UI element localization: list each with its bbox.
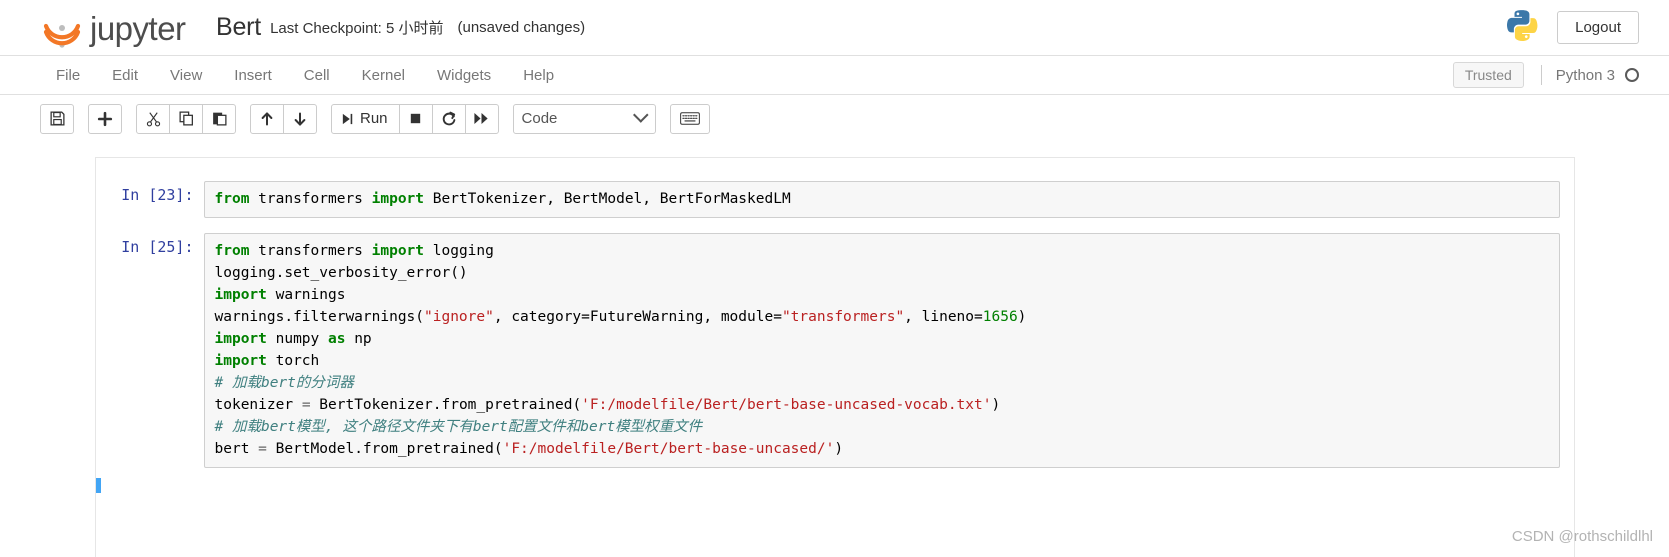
save-button[interactable] [40, 103, 74, 134]
toolbar: Run Code [0, 95, 1669, 143]
cell-type-value: Code [521, 110, 558, 127]
kernel-idle-indicator-icon [1625, 68, 1639, 82]
menu-item-cell[interactable]: Cell [288, 56, 346, 94]
kernel-separator [1540, 65, 1542, 85]
notebook-title[interactable]: Bert [216, 13, 261, 42]
code-line: tokenizer = BertTokenizer.from_pretraine… [214, 397, 1001, 413]
menu-item-file[interactable]: File [40, 56, 96, 94]
notebook-cell[interactable]: In [25]: from transformers import logging… [96, 228, 1574, 473]
menu-item-view[interactable]: View [154, 56, 218, 94]
cell-code-editor[interactable]: from transformers import logging logging.… [203, 233, 1560, 468]
code-line: from transformers import BertTokenizer, … [214, 191, 791, 207]
cell-prompt: In [23]: [121, 186, 194, 204]
notebook-container: In [23]: from transformers import BertTok… [94, 157, 1575, 557]
toolbar-group-run: Run [331, 103, 499, 134]
menu-bar: File Edit View Insert Cell Kernel Widget… [0, 56, 1669, 95]
cut-button[interactable] [136, 103, 170, 134]
python-logo [1505, 8, 1539, 47]
toolbar-group-save [40, 103, 74, 134]
run-button-label: Run [360, 110, 388, 127]
code-line: import torch [214, 353, 320, 369]
code-line: # 加载bert的分词器 [214, 375, 354, 391]
code-line: from transformers import logging [214, 243, 494, 259]
toolbar-group-insert [88, 103, 122, 134]
page-header: jupyter Bert Last Checkpoint: 5 小时前 (uns… [0, 0, 1669, 56]
trusted-badge[interactable]: Trusted [1452, 62, 1524, 88]
code-line: # 加载bert模型, 这个路径文件夹下有bert配置文件和bert模型权重文件 [214, 419, 703, 435]
run-button[interactable]: Run [331, 103, 400, 134]
menu-item-insert[interactable]: Insert [218, 56, 288, 94]
insert-cell-below-button[interactable] [88, 103, 122, 134]
menu-item-help[interactable]: Help [507, 56, 570, 94]
code-line: import warnings [214, 287, 346, 303]
cell-prompt [96, 483, 204, 488]
logout-button[interactable]: Logout [1557, 11, 1639, 44]
notebook-cell[interactable] [95, 478, 1574, 493]
toolbar-group-clipboard [136, 103, 236, 134]
move-cell-up-button[interactable] [250, 103, 284, 134]
notebook-body: In [23]: from transformers import BertTok… [0, 143, 1669, 557]
last-checkpoint-label: Last Checkpoint: 5 小时前 [270, 20, 444, 37]
modified-status-label: (unsaved changes) [457, 19, 586, 36]
interrupt-kernel-button[interactable] [398, 103, 433, 134]
paste-button[interactable] [202, 103, 236, 134]
kernel-name-label[interactable]: Python 3 [1556, 67, 1615, 84]
menubar-right-group: Trusted Python 3 [1452, 56, 1669, 94]
code-line: warnings.filterwarnings("ignore", catego… [214, 309, 1027, 325]
move-cell-down-button[interactable] [283, 103, 317, 134]
watermark-label: CSDN @rothschildlhl [1511, 528, 1653, 545]
restart-and-run-all-button[interactable] [464, 103, 499, 134]
code-line: logging.set_verbosity_error() [214, 265, 468, 281]
cell-type-select[interactable]: Code [512, 103, 656, 134]
copy-button[interactable] [169, 103, 203, 134]
svg-text:jupyter: jupyter [89, 10, 186, 47]
menu-item-widgets[interactable]: Widgets [421, 56, 507, 94]
cell-code-editor[interactable]: from transformers import BertTokenizer, … [203, 181, 1560, 218]
jupyter-logo[interactable]: jupyter [40, 7, 190, 49]
notebook-cell[interactable]: In [23]: from transformers import BertTok… [96, 176, 1574, 223]
cell-prompt: In [25]: [121, 238, 194, 256]
command-palette-button[interactable] [669, 103, 710, 134]
code-line: import numpy as np [214, 331, 372, 347]
menu-item-edit[interactable]: Edit [96, 56, 154, 94]
toolbar-group-move [250, 103, 317, 134]
restart-kernel-button[interactable] [431, 103, 466, 134]
code-line: bert = BertModel.from_pretrained('F:/mod… [214, 441, 844, 457]
menu-item-kernel[interactable]: Kernel [346, 56, 421, 94]
